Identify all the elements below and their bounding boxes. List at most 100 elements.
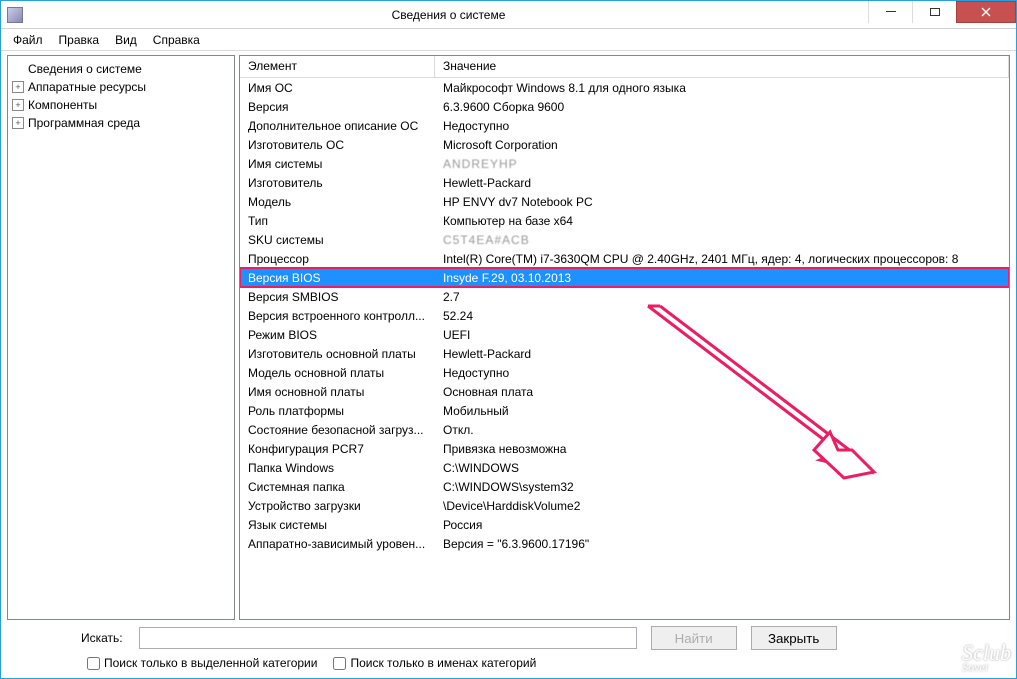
grid-cell-value: Hewlett-Packard [435, 176, 1009, 190]
grid-row[interactable]: Конфигурация PCR7Привязка невозможна [240, 439, 1009, 458]
grid-row[interactable]: ПроцессорIntel(R) Core(TM) i7-3630QM CPU… [240, 249, 1009, 268]
grid-cell-value: HP ENVY dv7 Notebook PC [435, 195, 1009, 209]
menu-help[interactable]: Справка [145, 31, 208, 49]
close-window-button[interactable] [956, 1, 1016, 23]
grid-row[interactable]: Аппаратно-зависимый уровен...Версия = "6… [240, 534, 1009, 553]
grid-cell-key: Имя основной платы [240, 385, 435, 399]
grid-cell-value: Microsoft Corporation [435, 138, 1009, 152]
menubar: Файл Правка Вид Справка [1, 29, 1016, 51]
grid-row[interactable]: Имя ОСМайкрософт Windows 8.1 для одного … [240, 78, 1009, 97]
tree-expand-icon[interactable]: + [12, 117, 24, 129]
grid-row[interactable]: Папка WindowsC:\WINDOWS [240, 458, 1009, 477]
window-controls [868, 1, 1016, 23]
grid-cell-key: Тип [240, 214, 435, 228]
grid-cell-key: Версия BIOS [240, 271, 435, 285]
chk-names-input[interactable] [333, 657, 346, 670]
grid-cell-key: Версия SMBIOS [240, 290, 435, 304]
grid-row[interactable]: Состояние безопасной загруз...Откл. [240, 420, 1009, 439]
grid-cell-key: Изготовитель [240, 176, 435, 190]
tree-expand-icon[interactable]: + [12, 99, 24, 111]
tree-item[interactable]: +Аппаратные ресурсы [10, 78, 232, 96]
tree-root-label: Сведения о системе [28, 62, 142, 76]
window-frame: Сведения о системе Файл Правка Вид Справ… [0, 0, 1017, 679]
titlebar[interactable]: Сведения о системе [1, 1, 1016, 29]
grid-cell-key: Процессор [240, 252, 435, 266]
tree-root[interactable]: + Сведения о системе [10, 60, 232, 78]
grid-cell-key: Изготовитель основной платы [240, 347, 435, 361]
grid-row[interactable]: Версия SMBIOS2.7 [240, 287, 1009, 306]
chk-names[interactable]: Поиск только в именах категорий [333, 656, 536, 670]
grid-row[interactable]: ТипКомпьютер на базе x64 [240, 211, 1009, 230]
search-input[interactable] [139, 627, 637, 649]
grid-cell-value: Недоступно [435, 366, 1009, 380]
grid-cell-value: UEFI [435, 328, 1009, 342]
grid-cell-value: Недоступно [435, 119, 1009, 133]
close-button[interactable]: Закрыть [751, 626, 837, 650]
menu-edit[interactable]: Правка [51, 31, 108, 49]
grid-cell-key: Модель основной платы [240, 366, 435, 380]
grid-row[interactable]: SKU системыC5T4EA#ACB [240, 230, 1009, 249]
grid-row[interactable]: Изготовитель основной платыHewlett-Packa… [240, 344, 1009, 363]
grid-cell-value: Основная плата [435, 385, 1009, 399]
grid-row[interactable]: Системная папкаC:\WINDOWS\system32 [240, 477, 1009, 496]
window-title: Сведения о системе [29, 8, 868, 22]
chk-category-input[interactable] [87, 657, 100, 670]
grid-row[interactable]: Язык системыРоссия [240, 515, 1009, 534]
grid-row[interactable]: Версия BIOSInsyde F.29, 03.10.2013 [240, 268, 1009, 287]
grid-cell-value: Россия [435, 518, 1009, 532]
grid-row[interactable]: Имя системыANDREYHP [240, 154, 1009, 173]
column-header-element[interactable]: Элемент [240, 56, 435, 77]
grid-row[interactable]: Устройство загрузки\Device\HarddiskVolum… [240, 496, 1009, 515]
footer-bar: Искать: Найти Закрыть Поиск только в выд… [1, 620, 1016, 678]
search-label: Искать: [81, 631, 123, 645]
grid-cell-key: Роль платформы [240, 404, 435, 418]
content-area: + Сведения о системе +Аппаратные ресурсы… [1, 51, 1016, 620]
tree-expand-icon[interactable]: + [12, 81, 24, 93]
grid-row[interactable]: Версия6.3.9600 Сборка 9600 [240, 97, 1009, 116]
minimize-button[interactable] [868, 1, 912, 23]
grid-cell-key: Изготовитель ОС [240, 138, 435, 152]
grid-cell-value: ANDREYHP [435, 157, 1009, 171]
chk-names-label: Поиск только в именах категорий [350, 656, 536, 670]
grid-cell-key: SKU системы [240, 233, 435, 247]
grid-cell-key: Версия [240, 100, 435, 114]
grid-cell-key: Режим BIOS [240, 328, 435, 342]
tree-item[interactable]: +Программная среда [10, 114, 232, 132]
grid-row[interactable]: Изготовитель ОСMicrosoft Corporation [240, 135, 1009, 154]
maximize-button[interactable] [912, 1, 956, 23]
grid-cell-value: Мобильный [435, 404, 1009, 418]
chk-category[interactable]: Поиск только в выделенной категории [87, 656, 317, 670]
grid-cell-key: Версия встроенного контролл... [240, 309, 435, 323]
tree-item[interactable]: +Компоненты [10, 96, 232, 114]
column-header-value[interactable]: Значение [435, 56, 1009, 77]
grid-row[interactable]: Роль платформыМобильный [240, 401, 1009, 420]
search-options: Поиск только в выделенной категории Поис… [87, 656, 1002, 670]
grid-cell-key: Состояние безопасной загруз... [240, 423, 435, 437]
grid-cell-value: C:\WINDOWS\system32 [435, 480, 1009, 494]
tree-pane[interactable]: + Сведения о системе +Аппаратные ресурсы… [7, 55, 235, 620]
grid-cell-value: Hewlett-Packard [435, 347, 1009, 361]
grid-cell-value: Майкрософт Windows 8.1 для одного языка [435, 81, 1009, 95]
grid-cell-key: Системная папка [240, 480, 435, 494]
grid-cell-value: \Device\HarddiskVolume2 [435, 499, 1009, 513]
grid-cell-value: Insyde F.29, 03.10.2013 [435, 271, 1009, 285]
grid-row[interactable]: Дополнительное описание ОСНедоступно [240, 116, 1009, 135]
grid-cell-key: Устройство загрузки [240, 499, 435, 513]
grid-header: Элемент Значение [240, 56, 1009, 78]
grid-row[interactable]: Режим BIOSUEFI [240, 325, 1009, 344]
grid-row[interactable]: Версия встроенного контролл...52.24 [240, 306, 1009, 325]
details-pane: Элемент Значение Имя ОСМайкрософт Window… [239, 55, 1010, 620]
grid-row[interactable]: Имя основной платыОсновная плата [240, 382, 1009, 401]
grid-cell-value: C5T4EA#ACB [435, 233, 1009, 247]
menu-file[interactable]: Файл [5, 31, 51, 49]
grid-cell-value: C:\WINDOWS [435, 461, 1009, 475]
grid-body[interactable]: Имя ОСМайкрософт Windows 8.1 для одного … [240, 78, 1009, 619]
grid-cell-key: Имя ОС [240, 81, 435, 95]
grid-cell-key: Модель [240, 195, 435, 209]
find-button[interactable]: Найти [651, 626, 737, 650]
grid-row[interactable]: ИзготовительHewlett-Packard [240, 173, 1009, 192]
menu-view[interactable]: Вид [107, 31, 145, 49]
grid-cell-key: Конфигурация PCR7 [240, 442, 435, 456]
grid-row[interactable]: Модель основной платыНедоступно [240, 363, 1009, 382]
grid-row[interactable]: МодельHP ENVY dv7 Notebook PC [240, 192, 1009, 211]
